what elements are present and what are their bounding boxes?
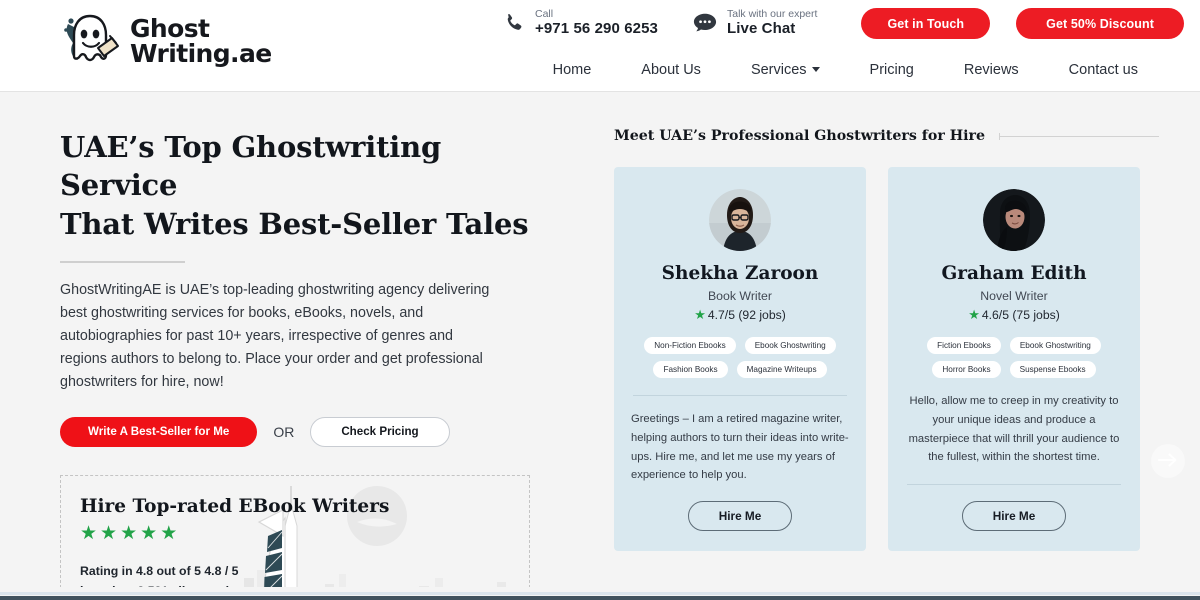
main-navigation: Home About Us Services Pricing Reviews C…	[0, 52, 1200, 88]
hire-me-button[interactable]: Hire Me	[961, 501, 1067, 532]
writer-role: Book Writer	[707, 289, 772, 303]
nav-item-services[interactable]: Services	[751, 62, 820, 78]
contact-chat-value: Live Chat	[726, 20, 796, 38]
star-icon: ★	[100, 523, 118, 544]
footer-line-light	[0, 592, 1200, 595]
header-contacts: Call +971 56 290 6253 Talk with our expe…	[500, 8, 817, 38]
tag-chip[interactable]: Ebook Ghostwriting	[744, 337, 836, 354]
review-rating-line: Rating in 4.8 out of 5 4.8 / 5	[80, 564, 239, 578]
contact-phone[interactable]: Call +971 56 290 6253	[500, 8, 658, 38]
writers-section: Meet UAE’s Professional Ghostwriters for…	[614, 128, 1185, 552]
hire-button-wrap: Hire Me	[631, 501, 849, 532]
writer-card[interactable]: Graham Edith Novel Writer ★ 4.6/5 (75 job…	[888, 167, 1140, 552]
star-icon: ★	[694, 307, 706, 322]
page-root: Ghost Writing.ae Call +971 56 290 6253 T…	[0, 0, 1200, 600]
writer-rating: ★ 4.6/5 (75 jobs)	[905, 307, 1123, 323]
title-underline-rule	[60, 260, 185, 263]
hero-paragraph: GhostWritingAE is UAE’s top-leading ghos…	[60, 281, 490, 391]
writer-role: Novel Writer	[980, 289, 1048, 303]
nav-item-home[interactable]: Home	[553, 62, 592, 78]
writers-section-title: Meet UAE’s Professional Ghostwriters for…	[614, 128, 986, 144]
chevron-down-icon	[811, 67, 820, 72]
star-icon: ★	[160, 523, 178, 544]
header-cta-group: Get in Touch Get 50% Discount	[861, 8, 1184, 39]
tag-chip[interactable]: Ebook Ghostwriting	[1009, 337, 1101, 354]
writer-tags: Fiction Ebooks Ebook Ghostwriting Horror…	[905, 337, 1123, 378]
avatar	[983, 189, 1045, 251]
hero-section: UAE’s Top Ghostwriting Service That Writ…	[0, 92, 1200, 600]
page-title: UAE’s Top Ghostwriting Service That Writ…	[60, 128, 560, 243]
or-separator-label: OR	[273, 423, 295, 440]
tag-chip[interactable]: Suspense Ebooks	[1009, 361, 1096, 378]
get-in-touch-button[interactable]: Get in Touch	[861, 8, 991, 39]
card-divider	[633, 395, 847, 396]
card-divider	[907, 484, 1121, 486]
contact-phone-label: Call	[535, 8, 554, 20]
site-header: Ghost Writing.ae Call +971 56 290 6253 T…	[0, 0, 1200, 92]
arrow-right-icon	[1158, 453, 1178, 470]
writer-cards-carousel: Shekha Zaroon Book Writer ★ 4.7/5 (92 job…	[614, 167, 1159, 552]
tag-chip[interactable]: Magazine Writeups	[736, 361, 827, 378]
nav-item-contact-us[interactable]: Contact us	[1069, 62, 1138, 78]
write-bestseller-button[interactable]: Write A Best-Seller for Me	[60, 416, 258, 447]
chat-bubble-icon	[692, 10, 718, 36]
footer-accent-bar	[0, 587, 1200, 600]
avatar	[709, 189, 771, 251]
rating-stars: ★ ★ ★ ★ ★	[80, 524, 177, 543]
phone-icon	[500, 10, 526, 36]
writer-rating: ★ 4.7/5 (92 jobs)	[631, 307, 849, 323]
review-box-title: Hire Top-rated EBook Writers	[80, 496, 390, 517]
star-icon: ★	[120, 523, 138, 544]
star-icon: ★	[968, 307, 980, 322]
writer-tags: Non-Fiction Ebooks Ebook Ghostwriting Fa…	[631, 337, 849, 378]
writer-rating-text: 4.7/5 (92 jobs)	[707, 308, 786, 322]
tag-chip[interactable]: Fashion Books	[653, 361, 728, 378]
hero-left-column: UAE’s Top Ghostwriting Service That Writ…	[60, 128, 560, 447]
review-highlight-box: Hire Top-rated EBook Writers ★ ★ ★ ★ ★ R…	[60, 475, 530, 600]
tag-chip[interactable]: Horror Books	[932, 361, 1001, 378]
writer-bio: Greetings – I am a retired magazine writ…	[631, 413, 849, 482]
star-icon: ★	[140, 523, 158, 544]
get-discount-button[interactable]: Get 50% Discount	[1016, 8, 1184, 39]
writer-rating-text: 4.6/5 (75 jobs)	[981, 308, 1060, 322]
tag-chip[interactable]: Non-Fiction Ebooks	[644, 337, 736, 354]
logo-text-line1: Ghost	[130, 13, 210, 43]
nav-item-reviews[interactable]: Reviews	[964, 62, 1019, 78]
footer-line-dark	[0, 596, 1200, 600]
writer-bio: Hello, allow me to creep in my creativit…	[908, 395, 1120, 464]
hire-button-wrap: Hire Me	[905, 501, 1123, 532]
contact-phone-number: +971 56 290 6253	[535, 20, 658, 38]
nav-item-about-us[interactable]: About Us	[641, 62, 701, 78]
hero-button-row: Write A Best-Seller for Me OR Check Pric…	[60, 416, 560, 447]
carousel-next-button[interactable]	[1151, 444, 1185, 478]
writer-name: Shekha Zaroon	[661, 263, 819, 284]
writer-name: Graham Edith	[941, 263, 1087, 284]
writer-card[interactable]: Shekha Zaroon Book Writer ★ 4.7/5 (92 job…	[614, 167, 866, 552]
star-icon: ★	[80, 523, 98, 544]
writers-section-header: Meet UAE’s Professional Ghostwriters for…	[614, 128, 1159, 144]
section-rule	[999, 132, 1159, 140]
tag-chip[interactable]: Fiction Ebooks	[927, 337, 1001, 354]
burj-al-arab-skyline-illustration	[244, 486, 506, 600]
contact-chat-label: Talk with our expert	[726, 8, 818, 20]
check-pricing-button[interactable]: Check Pricing	[310, 416, 450, 447]
hero-title-line2: That Writes Best-Seller Tales	[60, 206, 529, 241]
contact-live-chat[interactable]: Talk with our expert Live Chat	[692, 8, 817, 38]
nav-services-label: Services	[750, 62, 807, 78]
hero-title-line1: UAE’s Top Ghostwriting Service	[60, 130, 442, 203]
nav-item-pricing[interactable]: Pricing	[870, 62, 914, 78]
hire-me-button[interactable]: Hire Me	[687, 501, 793, 532]
